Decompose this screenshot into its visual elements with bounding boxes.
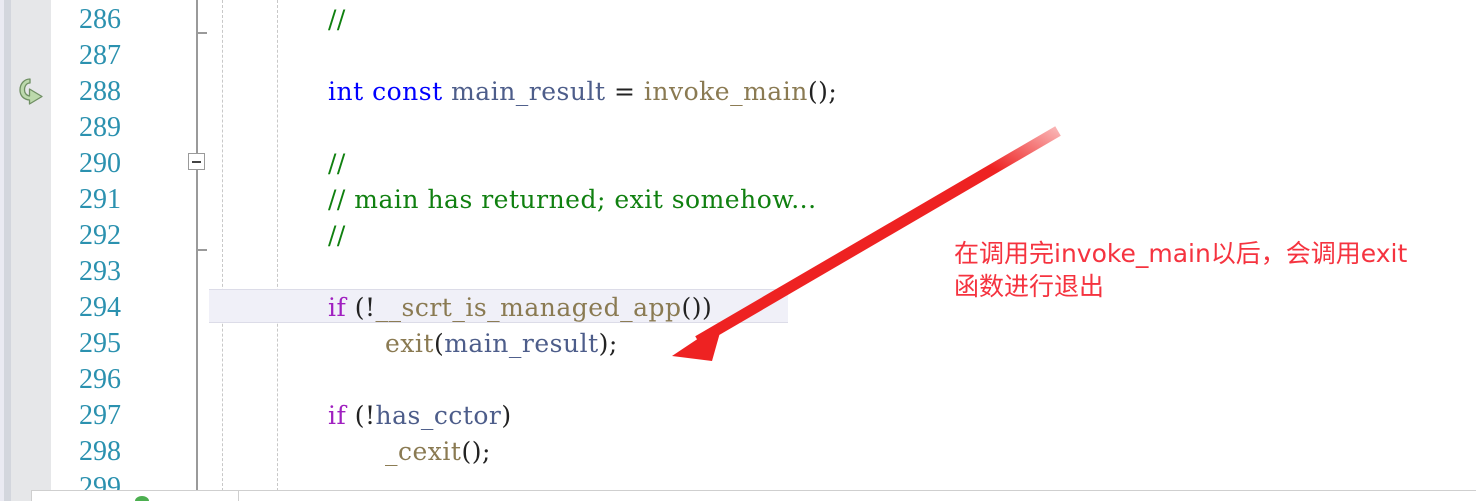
code-line[interactable]: if (!__scrt_is_managed_app()) <box>328 290 712 326</box>
code-token: ( <box>433 329 445 358</box>
code-token: (! <box>346 293 376 322</box>
code-line[interactable]: // <box>328 146 346 182</box>
status-ok-icon <box>135 496 149 501</box>
code-token: main_result <box>444 329 599 358</box>
code-token: if <box>328 293 347 322</box>
code-token: // <box>328 149 346 178</box>
code-token: int <box>328 77 364 106</box>
code-token: invoke_main <box>643 77 808 106</box>
code-token: ()) <box>681 293 713 322</box>
code-line[interactable]: // <box>328 2 346 38</box>
code-token: const <box>372 77 443 106</box>
code-token: (); <box>807 77 838 106</box>
code-token: __scrt_is_managed_app <box>375 293 682 322</box>
code-token: (! <box>346 401 376 430</box>
code-token: // <box>328 5 346 34</box>
code-token: ); <box>598 329 618 358</box>
code-token: _cexit <box>385 437 462 466</box>
code-token: // main has returned; exit somehow... <box>328 185 817 214</box>
code-editor-screenshot: 286 287 288 289 290 291 292 293 294 295 … <box>0 0 1476 501</box>
code-token: if <box>328 401 347 430</box>
code-token: ) <box>501 401 512 430</box>
code-token: exit <box>385 329 434 358</box>
code-token: main_result <box>451 77 606 106</box>
code-line[interactable]: int const main_result = invoke_main(); <box>328 74 837 110</box>
code-line[interactable]: if (!has_cctor) <box>328 398 512 434</box>
code-token: has_cctor <box>375 401 502 430</box>
bottom-panel <box>31 490 1476 501</box>
code-line[interactable]: _cexit(); <box>385 434 491 470</box>
code-line[interactable]: // main has returned; exit somehow... <box>328 182 817 218</box>
code-token: // <box>328 221 346 250</box>
code-token: = <box>605 77 644 106</box>
bottom-panel-divider <box>238 490 239 501</box>
code-line[interactable]: // <box>328 218 346 254</box>
code-token: (); <box>461 437 491 466</box>
annotation-text: 在调用完invoke_main以后，会调用exit 函数进行退出 <box>954 239 1408 301</box>
code-line[interactable]: exit(main_result); <box>385 326 618 362</box>
